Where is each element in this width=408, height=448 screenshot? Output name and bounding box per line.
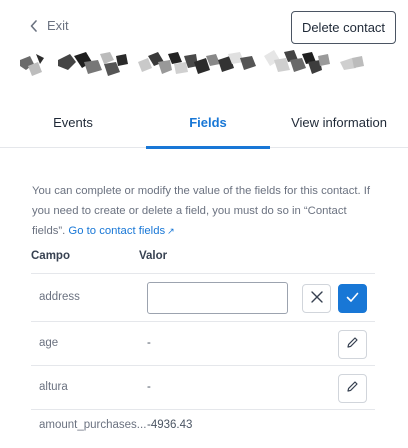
tab-events[interactable]: Events xyxy=(0,96,146,148)
field-value: -4936.43 xyxy=(147,419,193,431)
header: Exit Delete contact xyxy=(0,0,408,96)
go-to-contact-fields-link[interactable]: Go to contact fields ↗ xyxy=(68,225,174,237)
chevron-left-icon xyxy=(30,19,38,32)
exit-link[interactable]: Exit xyxy=(30,18,69,33)
field-name: altura xyxy=(39,381,68,393)
pencil-icon xyxy=(346,336,359,354)
confirm-edit-button[interactable] xyxy=(338,284,367,313)
table-row: amount_purchases... -4936.43 xyxy=(31,409,375,448)
edit-field-button[interactable] xyxy=(338,374,367,403)
table-row: altura - xyxy=(31,365,375,409)
tab-fields[interactable]: Fields xyxy=(146,96,270,149)
field-name: amount_purchases... xyxy=(39,419,147,431)
check-icon xyxy=(346,290,359,308)
fields-description: You can complete or modify the value of … xyxy=(32,181,377,241)
column-header-value: Valor xyxy=(139,250,168,262)
field-name: age xyxy=(39,337,59,349)
close-icon xyxy=(310,290,323,308)
exit-label: Exit xyxy=(47,18,69,33)
column-header-field: Campo xyxy=(31,250,70,262)
tab-view-information[interactable]: View information xyxy=(270,96,408,148)
field-value: - xyxy=(147,337,151,349)
edit-field-button[interactable] xyxy=(338,330,367,359)
table-row: address xyxy=(31,273,375,321)
field-name: address xyxy=(39,291,80,303)
pencil-icon xyxy=(346,380,359,398)
tab-bar: Events Fields View information xyxy=(0,96,408,149)
cancel-edit-button[interactable] xyxy=(302,284,331,313)
contact-name-redacted xyxy=(20,50,364,76)
external-link-icon: ↗ xyxy=(167,226,175,236)
table-row: age - xyxy=(31,321,375,365)
field-value: - xyxy=(147,381,151,393)
delete-contact-button[interactable]: Delete contact xyxy=(291,11,396,44)
field-value-input[interactable] xyxy=(147,282,288,314)
